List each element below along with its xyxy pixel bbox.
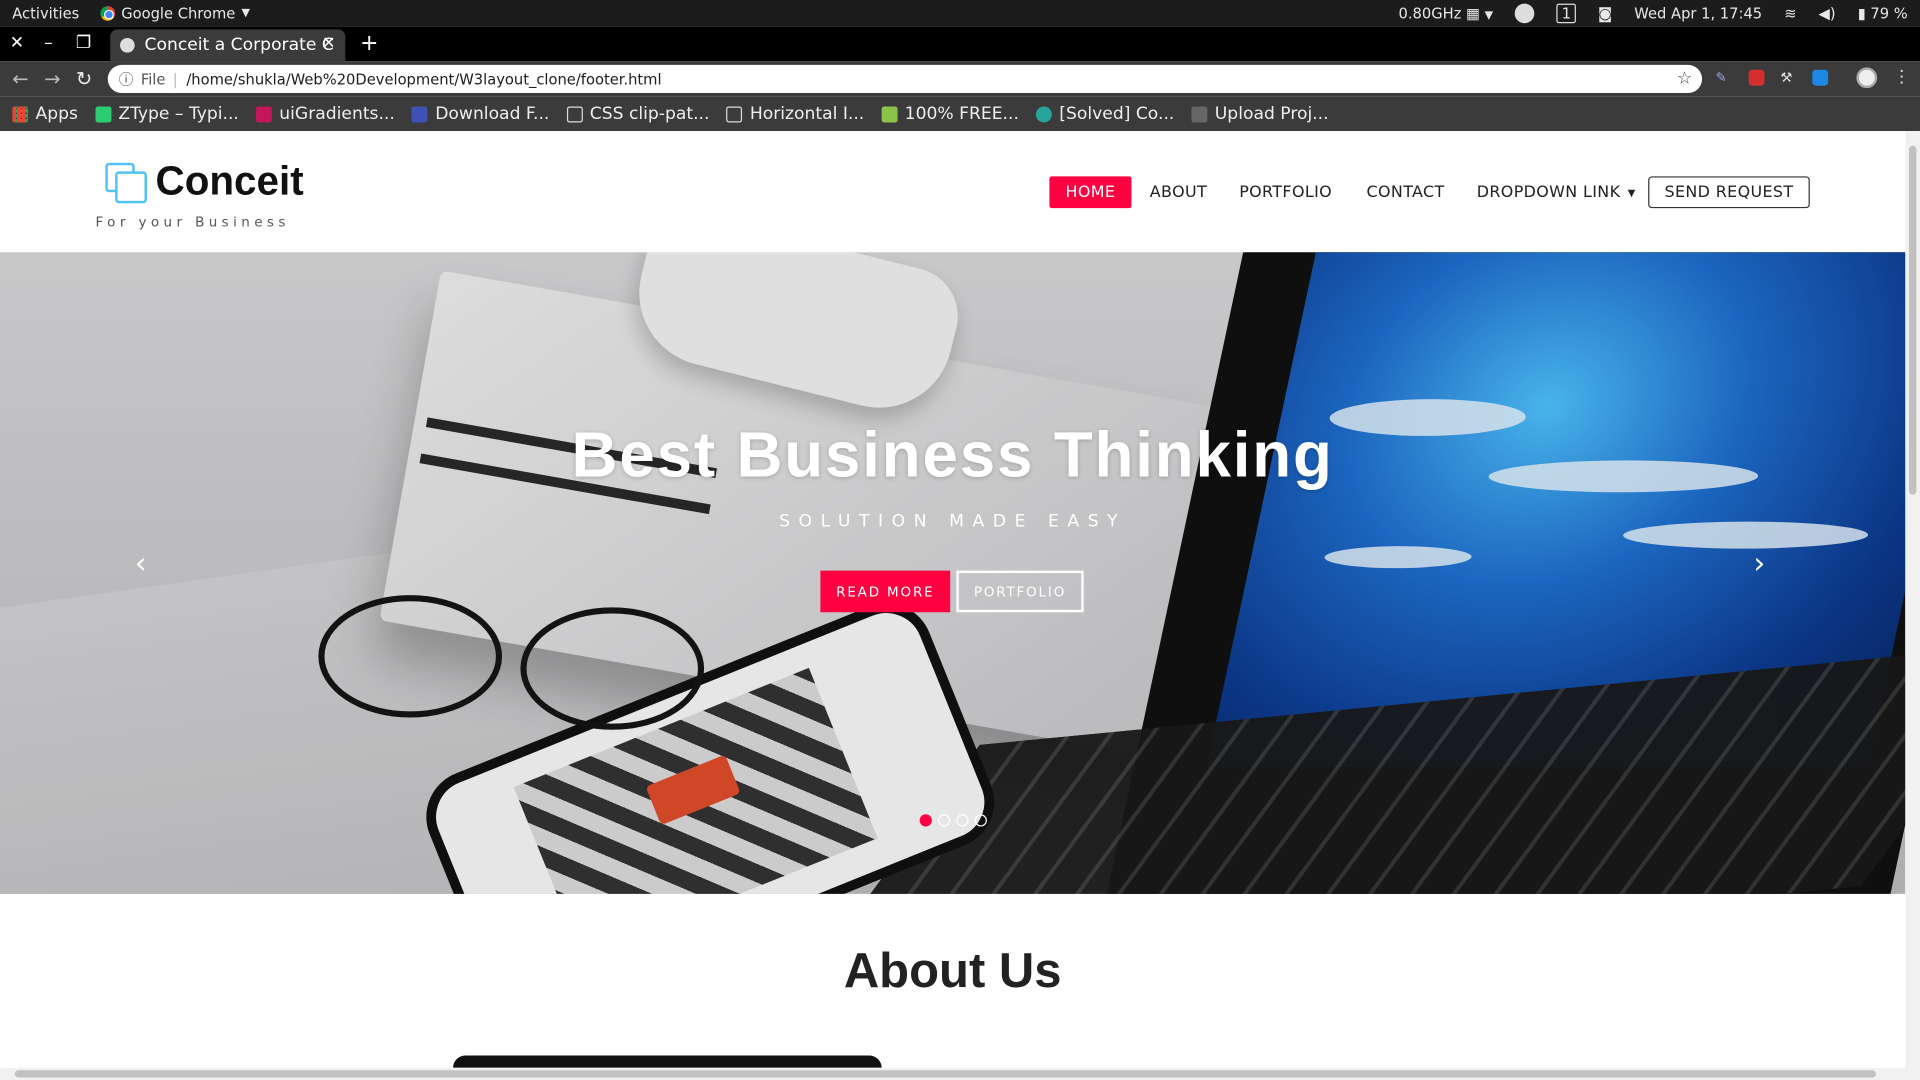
carousel-dot-1[interactable] bbox=[919, 814, 932, 827]
chrome-icon bbox=[100, 6, 116, 21]
chevron-down-icon: ▼ bbox=[241, 7, 250, 20]
carousel-dot-2[interactable] bbox=[937, 814, 951, 827]
battery-icon: ▮ bbox=[1857, 4, 1866, 23]
tm-icon bbox=[1191, 105, 1208, 122]
system-top-bar: Activities Google Chrome ▼ 0.80GHz ▦ ▼ 1… bbox=[0, 0, 1920, 27]
read-more-button[interactable]: READ MORE bbox=[820, 570, 951, 613]
carousel-prev-icon[interactable]: ‹ bbox=[135, 546, 147, 580]
info-icon[interactable]: ⓘ bbox=[119, 69, 134, 90]
vertical-scrollbar[interactable] bbox=[1905, 131, 1920, 1068]
nav-contact[interactable]: CONTACT bbox=[1367, 176, 1445, 208]
cpu-icon: ▦ bbox=[1466, 4, 1480, 23]
new-tab-icon[interactable]: + bbox=[360, 31, 378, 57]
camera-icon[interactable]: ◙ bbox=[1598, 5, 1612, 22]
nav-dropdown-label: DROPDOWN LINK bbox=[1476, 183, 1621, 202]
system-tray: 0.80GHz ▦ ▼ 1 ◙ Wed Apr 1, 17:45 ≋ ◀) ▮ … bbox=[1399, 3, 1908, 24]
address-separator: | bbox=[172, 70, 178, 88]
carousel-next-icon[interactable]: › bbox=[1753, 546, 1765, 580]
tab-close-icon[interactable]: ✕ bbox=[322, 34, 335, 52]
tab-active[interactable]: Conceit a Corporate C ✕ bbox=[110, 29, 346, 62]
close-window-icon[interactable]: ✕ bbox=[10, 33, 24, 53]
user-avatar-icon[interactable] bbox=[1515, 3, 1535, 24]
uigradients-icon bbox=[256, 105, 272, 122]
bookmark-upload[interactable]: Upload Proj... bbox=[1191, 104, 1329, 124]
workspace-indicator[interactable]: 1 bbox=[1556, 3, 1576, 24]
reload-icon[interactable]: ↻ bbox=[76, 67, 92, 90]
globe-icon bbox=[120, 37, 135, 53]
hero-overlay bbox=[0, 252, 1906, 894]
toolbar: ← → ↻ ⓘ File | /home/shukla/Web%20Develo… bbox=[0, 61, 1920, 97]
bookmark-download[interactable]: Download F... bbox=[411, 104, 549, 124]
back-icon[interactable]: ← bbox=[12, 67, 28, 90]
app-menu[interactable]: Google Chrome ▼ bbox=[100, 5, 250, 22]
clock[interactable]: Wed Apr 1, 17:45 bbox=[1634, 5, 1762, 22]
ztype-icon bbox=[95, 105, 112, 122]
nav-about[interactable]: ABOUT bbox=[1150, 176, 1207, 208]
bookmark-css-clip-path[interactable]: CSS clip-pat... bbox=[566, 104, 709, 124]
chevron-down-icon: ▼ bbox=[1484, 9, 1494, 23]
caret-down-icon: ▼ bbox=[1627, 186, 1636, 198]
bookmark-apps[interactable]: Apps bbox=[12, 104, 78, 124]
logo-subtitle: For your Business bbox=[95, 214, 290, 231]
forward-icon[interactable]: → bbox=[44, 67, 60, 90]
download-icon bbox=[411, 105, 428, 122]
activities-button[interactable]: Activities bbox=[12, 5, 79, 22]
bug-icon bbox=[1036, 105, 1052, 122]
codepen-icon bbox=[726, 105, 743, 122]
battery-status[interactable]: ▮ 79 % bbox=[1858, 5, 1908, 22]
volume-icon[interactable]: ◀) bbox=[1819, 5, 1836, 22]
nav-home[interactable]: HOME bbox=[1049, 176, 1132, 209]
address-bar[interactable]: ⓘ File | /home/shukla/Web%20Development/… bbox=[107, 64, 1703, 94]
send-request-button[interactable]: SEND REQUEST bbox=[1648, 176, 1810, 209]
tool-extension-icon[interactable]: ⚒ bbox=[1780, 69, 1797, 86]
minimize-icon[interactable]: – bbox=[44, 33, 53, 53]
about-image-top bbox=[453, 1055, 882, 1068]
bookmark-uigradients[interactable]: uiGradients... bbox=[256, 104, 395, 124]
apps-grid-icon bbox=[12, 105, 29, 122]
hero-carousel: Best Business Thinking SOLUTION MADE EAS… bbox=[0, 252, 1906, 894]
portfolio-button[interactable]: PORTFOLIO bbox=[956, 570, 1084, 613]
horizontal-scrollbar[interactable] bbox=[0, 1067, 1920, 1080]
page-viewport: Conceit For your Business HOME ABOUT POR… bbox=[0, 131, 1906, 1068]
tab-strip: ✕ – ❐ Conceit a Corporate C ✕ + bbox=[0, 26, 1920, 62]
about-heading: About Us bbox=[843, 944, 1062, 998]
bookmark-ztype[interactable]: ZType – Typi... bbox=[95, 104, 239, 124]
vpn-extension-icon[interactable] bbox=[1812, 69, 1829, 86]
site-header: Conceit For your Business HOME ABOUT POR… bbox=[0, 131, 1906, 253]
tab-title: Conceit a Corporate C bbox=[144, 35, 334, 56]
bookmark-horizontal[interactable]: Horizontal I... bbox=[726, 104, 864, 124]
bookmark-free[interactable]: 100% FREE... bbox=[881, 104, 1019, 124]
nav-portfolio[interactable]: PORTFOLIO bbox=[1239, 176, 1332, 208]
bookmark-solved[interactable]: [Solved] Co... bbox=[1036, 104, 1174, 124]
logo-title[interactable]: Conceit bbox=[156, 158, 304, 205]
restore-icon[interactable]: ❐ bbox=[76, 33, 91, 53]
carousel-dot-4[interactable] bbox=[974, 814, 987, 827]
profile-avatar-icon[interactable] bbox=[1856, 67, 1878, 89]
bookmark-star-icon[interactable]: ☆ bbox=[1677, 69, 1692, 89]
logo-icon[interactable] bbox=[103, 160, 150, 207]
bookmarks-bar: Apps ZType – Typi... uiGradients... Down… bbox=[0, 96, 1920, 132]
hero-subtitle: SOLUTION MADE EASY bbox=[779, 511, 1127, 532]
kebab-menu-icon[interactable]: ⋮ bbox=[1893, 67, 1910, 87]
app-name: Google Chrome bbox=[121, 4, 236, 23]
carousel-indicators bbox=[919, 814, 987, 827]
url-text[interactable]: /home/shukla/Web%20Development/W3layout_… bbox=[186, 70, 661, 87]
hero-title: Best Business Thinking bbox=[571, 420, 1334, 492]
cpu-frequency[interactable]: 0.80GHz ▦ ▼ bbox=[1399, 5, 1494, 22]
pen-extension-icon[interactable]: ✎ bbox=[1715, 69, 1732, 86]
pdf-extension-icon[interactable] bbox=[1748, 69, 1765, 86]
feather-icon bbox=[881, 105, 898, 122]
carousel-dot-3[interactable] bbox=[956, 814, 969, 827]
wifi-icon[interactable]: ≋ bbox=[1784, 5, 1796, 22]
screen: Activities Google Chrome ▼ 0.80GHz ▦ ▼ 1… bbox=[0, 0, 1920, 1080]
codepen-icon bbox=[566, 105, 583, 122]
nav-dropdown[interactable]: DROPDOWN LINK ▼ bbox=[1477, 176, 1636, 208]
address-prefix: File bbox=[140, 70, 166, 88]
